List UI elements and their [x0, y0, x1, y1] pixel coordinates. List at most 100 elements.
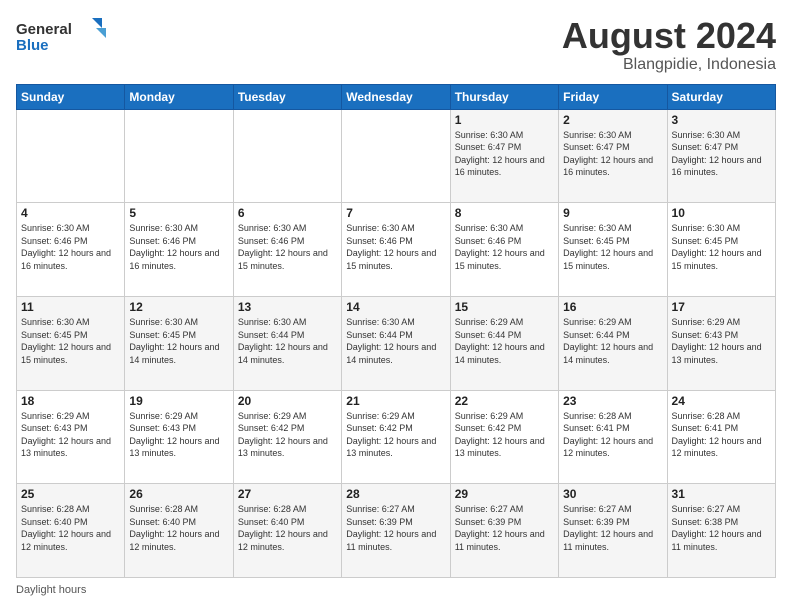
day-header-friday: Friday	[559, 84, 667, 109]
day-header-thursday: Thursday	[450, 84, 558, 109]
calendar-week-4: 18 Sunrise: 6:29 AM Sunset: 6:43 PM Dayli…	[17, 390, 776, 484]
day-number: 6	[238, 206, 337, 220]
day-number: 14	[346, 300, 445, 314]
day-number: 10	[672, 206, 771, 220]
day-number: 21	[346, 394, 445, 408]
day-info: Sunrise: 6:30 AM Sunset: 6:45 PM Dayligh…	[21, 316, 120, 366]
calendar-cell	[17, 109, 125, 203]
calendar-cell: 6 Sunrise: 6:30 AM Sunset: 6:46 PM Daylig…	[233, 203, 341, 297]
calendar-cell: 20Sunrise: 6:29 AM Sunset: 6:42 PM Dayli…	[233, 390, 341, 484]
day-info: Sunrise: 6:30 AM Sunset: 6:46 PM Dayligh…	[238, 222, 337, 272]
calendar-cell: 18 Sunrise: 6:29 AM Sunset: 6:43 PM Dayli…	[17, 390, 125, 484]
calendar-week-1: 1 Sunrise: 6:30 AM Sunset: 6:47 PM Daylig…	[17, 109, 776, 203]
calendar-cell: 23 Sunrise: 6:28 AM Sunset: 6:41 PM Dayli…	[559, 390, 667, 484]
calendar-cell: 25 Sunrise: 6:28 AM Sunset: 6:40 PM Dayli…	[17, 484, 125, 578]
day-header-monday: Monday	[125, 84, 233, 109]
calendar-table: SundayMondayTuesdayWednesdayThursdayFrid…	[16, 84, 776, 578]
day-number: 11	[21, 300, 120, 314]
day-number: 9	[563, 206, 662, 220]
day-number: 2	[563, 113, 662, 127]
calendar-week-2: 4Sunrise: 6:30 AM Sunset: 6:46 PM Daylig…	[17, 203, 776, 297]
day-info: Sunrise: 6:30 AM Sunset: 6:46 PM Dayligh…	[346, 222, 445, 272]
day-info: Sunrise: 6:27 AM Sunset: 6:39 PM Dayligh…	[563, 503, 662, 553]
day-info: Sunrise: 6:29 AM Sunset: 6:43 PM Dayligh…	[21, 410, 120, 460]
calendar-cell: 15Sunrise: 6:29 AM Sunset: 6:44 PM Dayli…	[450, 296, 558, 390]
calendar-cell: 21Sunrise: 6:29 AM Sunset: 6:42 PM Dayli…	[342, 390, 450, 484]
day-info: Sunrise: 6:29 AM Sunset: 6:43 PM Dayligh…	[672, 316, 771, 366]
calendar-cell: 22 Sunrise: 6:29 AM Sunset: 6:42 PM Dayli…	[450, 390, 558, 484]
day-number: 19	[129, 394, 228, 408]
day-info: Sunrise: 6:28 AM Sunset: 6:41 PM Dayligh…	[672, 410, 771, 460]
calendar-cell: 8 Sunrise: 6:30 AM Sunset: 6:46 PM Daylig…	[450, 203, 558, 297]
day-number: 25	[21, 487, 120, 501]
calendar-cell	[342, 109, 450, 203]
calendar-cell: 4Sunrise: 6:30 AM Sunset: 6:46 PM Daylig…	[17, 203, 125, 297]
day-info: Sunrise: 6:30 AM Sunset: 6:47 PM Dayligh…	[455, 129, 554, 179]
day-info: Sunrise: 6:28 AM Sunset: 6:40 PM Dayligh…	[238, 503, 337, 553]
day-info: Sunrise: 6:28 AM Sunset: 6:41 PM Dayligh…	[563, 410, 662, 460]
calendar-cell: 11 Sunrise: 6:30 AM Sunset: 6:45 PM Dayli…	[17, 296, 125, 390]
day-info: Sunrise: 6:30 AM Sunset: 6:47 PM Dayligh…	[563, 129, 662, 179]
day-info: Sunrise: 6:30 AM Sunset: 6:47 PM Dayligh…	[672, 129, 771, 179]
day-info: Sunrise: 6:30 AM Sunset: 6:45 PM Dayligh…	[563, 222, 662, 272]
day-number: 24	[672, 394, 771, 408]
day-info: Sunrise: 6:27 AM Sunset: 6:39 PM Dayligh…	[455, 503, 554, 553]
calendar-cell: 16Sunrise: 6:29 AM Sunset: 6:44 PM Dayli…	[559, 296, 667, 390]
calendar-cell: 29Sunrise: 6:27 AM Sunset: 6:39 PM Dayli…	[450, 484, 558, 578]
header: General Blue August 2024 Blangpidie, Ind…	[16, 16, 776, 74]
calendar-cell: 26 Sunrise: 6:28 AM Sunset: 6:40 PM Dayli…	[125, 484, 233, 578]
day-header-tuesday: Tuesday	[233, 84, 341, 109]
day-number: 18	[21, 394, 120, 408]
day-number: 30	[563, 487, 662, 501]
day-number: 26	[129, 487, 228, 501]
day-number: 23	[563, 394, 662, 408]
calendar-header-row: SundayMondayTuesdayWednesdayThursdayFrid…	[17, 84, 776, 109]
day-number: 13	[238, 300, 337, 314]
day-info: Sunrise: 6:29 AM Sunset: 6:44 PM Dayligh…	[563, 316, 662, 366]
calendar-cell: 19 Sunrise: 6:29 AM Sunset: 6:43 PM Dayli…	[125, 390, 233, 484]
day-info: Sunrise: 6:29 AM Sunset: 6:42 PM Dayligh…	[238, 410, 337, 460]
calendar-cell: 10 Sunrise: 6:30 AM Sunset: 6:45 PM Dayli…	[667, 203, 775, 297]
logo-svg: General Blue	[16, 16, 106, 56]
calendar-cell: 1 Sunrise: 6:30 AM Sunset: 6:47 PM Daylig…	[450, 109, 558, 203]
day-info: Sunrise: 6:30 AM Sunset: 6:45 PM Dayligh…	[672, 222, 771, 272]
svg-text:Blue: Blue	[16, 37, 49, 54]
day-info: Sunrise: 6:29 AM Sunset: 6:42 PM Dayligh…	[455, 410, 554, 460]
day-info: Sunrise: 6:30 AM Sunset: 6:46 PM Dayligh…	[129, 222, 228, 272]
day-info: Sunrise: 6:28 AM Sunset: 6:40 PM Dayligh…	[129, 503, 228, 553]
calendar-cell	[125, 109, 233, 203]
day-number: 12	[129, 300, 228, 314]
calendar-cell: 28Sunrise: 6:27 AM Sunset: 6:39 PM Dayli…	[342, 484, 450, 578]
day-info: Sunrise: 6:30 AM Sunset: 6:44 PM Dayligh…	[346, 316, 445, 366]
calendar-cell: 27 Sunrise: 6:28 AM Sunset: 6:40 PM Dayli…	[233, 484, 341, 578]
day-number: 31	[672, 487, 771, 501]
subtitle: Blangpidie, Indonesia	[562, 56, 776, 74]
day-info: Sunrise: 6:28 AM Sunset: 6:40 PM Dayligh…	[21, 503, 120, 553]
calendar-cell: 31Sunrise: 6:27 AM Sunset: 6:38 PM Dayli…	[667, 484, 775, 578]
day-header-sunday: Sunday	[17, 84, 125, 109]
page: General Blue August 2024 Blangpidie, Ind…	[0, 0, 792, 612]
calendar-cell: 9 Sunrise: 6:30 AM Sunset: 6:45 PM Daylig…	[559, 203, 667, 297]
day-info: Sunrise: 6:29 AM Sunset: 6:43 PM Dayligh…	[129, 410, 228, 460]
calendar-cell: 14 Sunrise: 6:30 AM Sunset: 6:44 PM Dayli…	[342, 296, 450, 390]
day-info: Sunrise: 6:30 AM Sunset: 6:46 PM Dayligh…	[455, 222, 554, 272]
calendar-cell: 12 Sunrise: 6:30 AM Sunset: 6:45 PM Dayli…	[125, 296, 233, 390]
day-number: 8	[455, 206, 554, 220]
day-number: 1	[455, 113, 554, 127]
day-number: 17	[672, 300, 771, 314]
title-block: August 2024 Blangpidie, Indonesia	[562, 16, 776, 74]
calendar-cell: 24 Sunrise: 6:28 AM Sunset: 6:41 PM Dayli…	[667, 390, 775, 484]
day-number: 5	[129, 206, 228, 220]
calendar-week-3: 11 Sunrise: 6:30 AM Sunset: 6:45 PM Dayli…	[17, 296, 776, 390]
day-number: 22	[455, 394, 554, 408]
day-number: 7	[346, 206, 445, 220]
day-header-saturday: Saturday	[667, 84, 775, 109]
day-number: 27	[238, 487, 337, 501]
calendar-cell: 2 Sunrise: 6:30 AM Sunset: 6:47 PM Daylig…	[559, 109, 667, 203]
day-info: Sunrise: 6:30 AM Sunset: 6:45 PM Dayligh…	[129, 316, 228, 366]
day-number: 28	[346, 487, 445, 501]
logo: General Blue	[16, 16, 106, 56]
day-number: 3	[672, 113, 771, 127]
day-info: Sunrise: 6:30 AM Sunset: 6:46 PM Dayligh…	[21, 222, 120, 272]
calendar-cell: 30 Sunrise: 6:27 AM Sunset: 6:39 PM Dayli…	[559, 484, 667, 578]
